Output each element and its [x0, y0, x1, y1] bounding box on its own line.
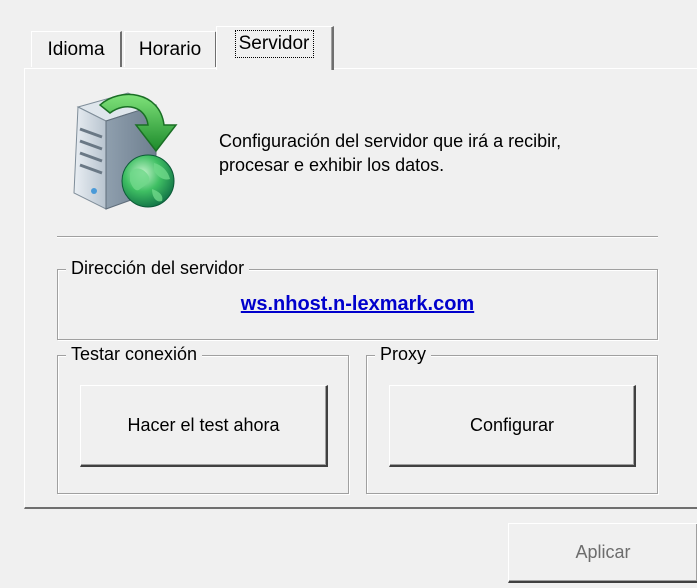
tab-idioma[interactable]: Idioma [31, 31, 122, 67]
test-now-button-label: Hacer el test ahora [127, 415, 280, 435]
proxy-group-title: Proxy [375, 343, 432, 365]
server-address-group: Dirección del servidor ws.nhost.n-lexmar… [57, 257, 658, 340]
tab-horario-label: Horario [138, 38, 202, 60]
server-download-icon [73, 92, 178, 210]
server-description: Configuración del servidor que irá a rec… [219, 129, 561, 177]
description-line-1: Configuración del servidor que irá a rec… [219, 131, 562, 151]
apply-button[interactable]: Aplicar [508, 523, 697, 583]
apply-button-label: Aplicar [575, 542, 631, 562]
tab-idioma-label: Idioma [47, 38, 105, 60]
tab-servidor[interactable]: Servidor [216, 26, 334, 70]
description-line-2: procesar e exhibir los datos. [219, 155, 445, 175]
configure-proxy-button[interactable]: Configurar [389, 385, 636, 467]
tab-servidor-label: Servidor [234, 29, 315, 58]
server-address-link[interactable]: ws.nhost.n-lexmark.com [58, 293, 657, 316]
horizontal-separator [57, 236, 658, 238]
settings-dialog: Idioma Horario Servidor Configuración de… [0, 0, 697, 588]
tab-horario[interactable]: Horario [124, 31, 217, 67]
test-now-button[interactable]: Hacer el test ahora [80, 385, 328, 467]
server-address-group-title: Dirección del servidor [66, 257, 250, 279]
test-connection-group-title: Testar conexión [66, 343, 203, 365]
configure-proxy-button-label: Configurar [469, 415, 555, 435]
